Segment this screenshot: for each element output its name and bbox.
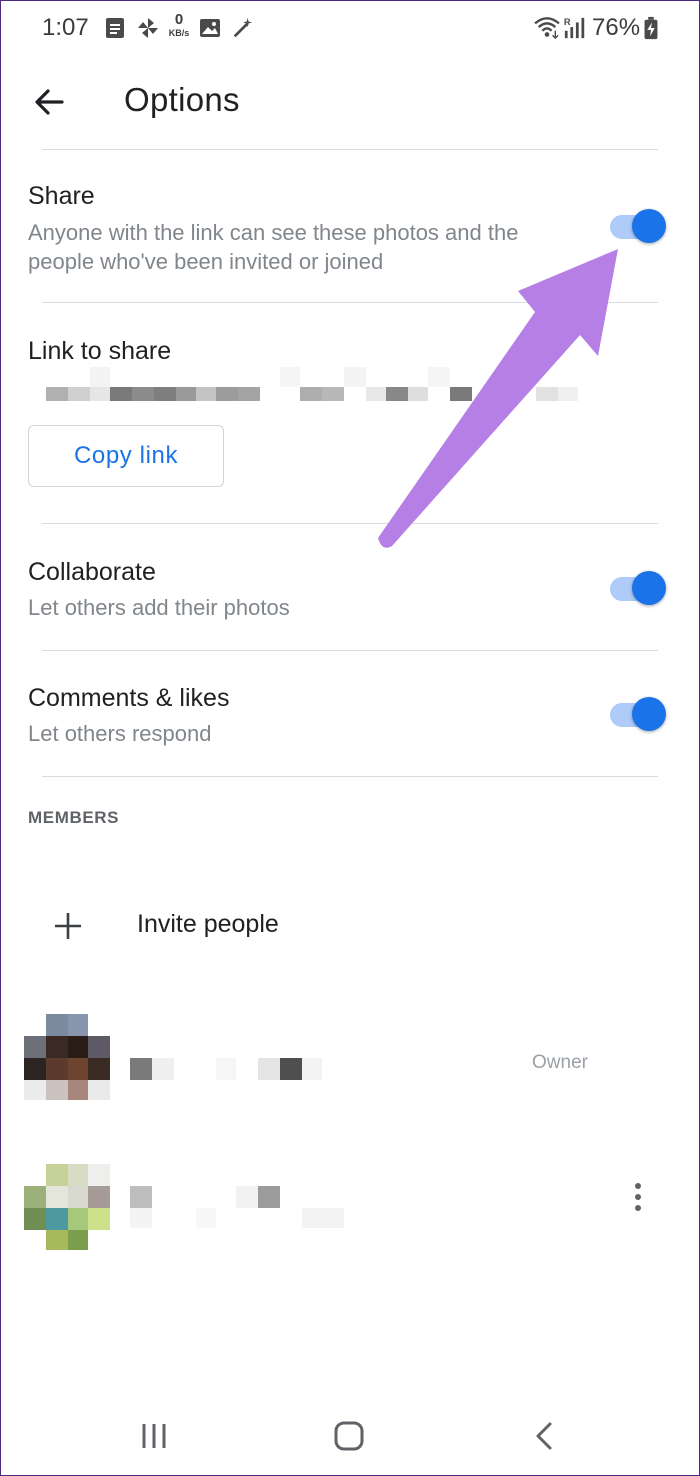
- collaborate-toggle[interactable]: [610, 569, 668, 609]
- network-speed-value: 0: [174, 11, 184, 28]
- divider: [42, 776, 658, 777]
- recent-apps-icon[interactable]: [138, 1418, 170, 1454]
- page-title: Options: [124, 81, 240, 118]
- comments-toggle[interactable]: [610, 695, 668, 735]
- signal-icon: R: [564, 17, 585, 39]
- invite-people-label: Invite people: [137, 910, 279, 938]
- plus-icon: [55, 913, 81, 939]
- battery-percentage: 76%: [592, 14, 641, 41]
- toggle-knob: [632, 571, 666, 605]
- svg-text:R: R: [564, 17, 571, 27]
- image-icon: [200, 19, 220, 37]
- toggle-knob: [632, 697, 666, 731]
- wifi-icon: [534, 17, 560, 40]
- share-title: Share: [28, 182, 95, 210]
- members-section-label: MEMBERS: [28, 808, 120, 827]
- toggle-knob: [632, 209, 666, 243]
- status-time: 1:07: [42, 14, 89, 41]
- pinwheel-icon: [138, 18, 158, 38]
- divider: [42, 523, 658, 524]
- copy-link-button[interactable]: Copy link: [28, 425, 224, 487]
- more-vertical-icon[interactable]: [628, 1180, 648, 1216]
- collaborate-title: Collaborate: [28, 558, 156, 586]
- divider: [42, 149, 658, 150]
- document-icon: [106, 18, 124, 38]
- back-nav-icon[interactable]: [530, 1418, 558, 1454]
- collaborate-subtitle: Let others add their photos: [28, 595, 290, 620]
- status-bar: 1:07 0 KB/s R 76%: [0, 0, 700, 58]
- network-speed-unit: KB/s: [168, 28, 190, 38]
- network-speed: 0 KB/s: [166, 12, 192, 39]
- magic-wand-icon: [233, 17, 253, 38]
- share-toggle[interactable]: [610, 207, 668, 247]
- divider: [42, 650, 658, 651]
- divider: [42, 302, 658, 303]
- back-arrow-icon[interactable]: [30, 82, 70, 122]
- comments-title: Comments & likes: [28, 684, 230, 712]
- share-subtitle: Anyone with the link can see these photo…: [28, 220, 519, 274]
- owner-role-label: Owner: [532, 1052, 588, 1073]
- link-title: Link to share: [28, 337, 172, 365]
- battery-icon: [644, 16, 658, 40]
- home-icon[interactable]: [332, 1418, 366, 1454]
- comments-subtitle: Let others respond: [28, 721, 212, 746]
